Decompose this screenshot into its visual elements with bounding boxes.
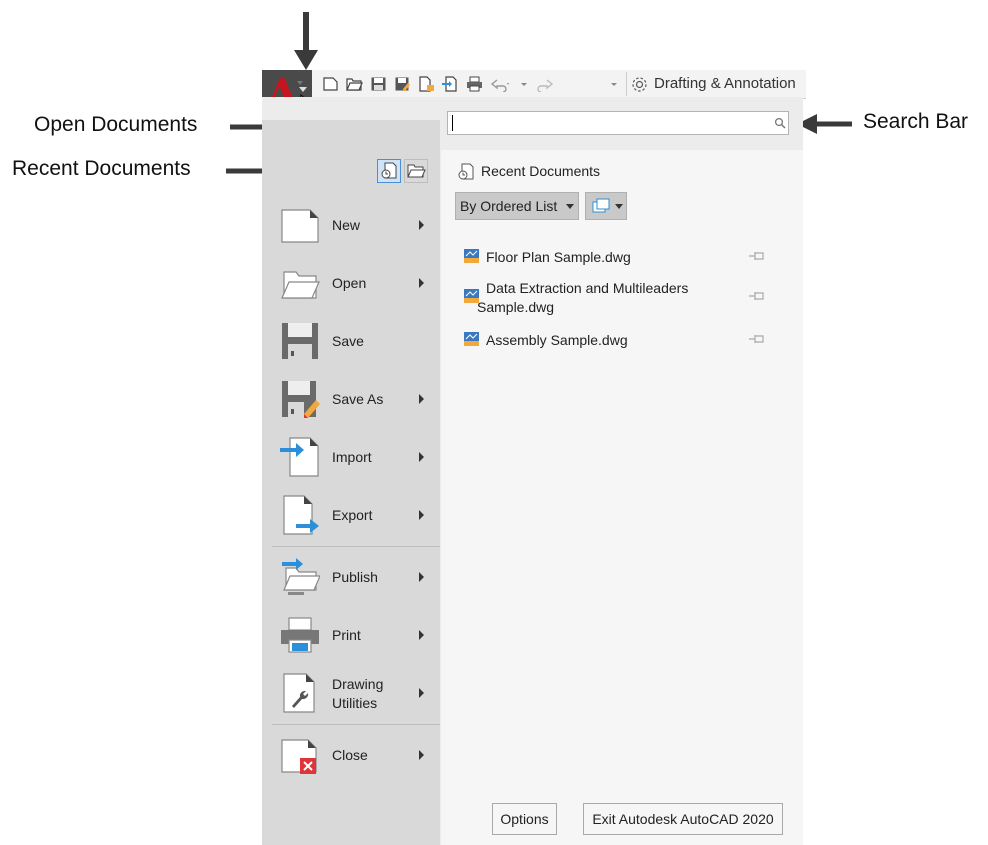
- dwg-file-icon: [464, 332, 479, 346]
- pin-icon[interactable]: [747, 290, 767, 302]
- document-name-continued: Sample.dwg: [477, 299, 555, 315]
- order-by-label: By Ordered List: [460, 198, 558, 214]
- search-input[interactable]: [447, 111, 789, 135]
- chevron-right-icon: [419, 688, 424, 698]
- recent-documents-icon: [458, 163, 474, 180]
- open-folder-icon[interactable]: [346, 76, 363, 92]
- new-icon[interactable]: [322, 76, 339, 92]
- chevron-down-icon: [566, 204, 574, 209]
- recent-document-item[interactable]: Data Extraction and Multileaders Sample.…: [463, 278, 783, 320]
- workspace-switcher[interactable]: Drafting & Annotation: [626, 72, 796, 96]
- recent-document-item[interactable]: Assembly Sample.dwg: [463, 329, 783, 351]
- menu-label-save-as: Save As: [332, 391, 384, 407]
- callout-recent-documents: Recent Documents: [12, 157, 191, 180]
- chevron-right-icon: [419, 394, 424, 404]
- save-as-icon: [282, 381, 320, 418]
- undo-icon[interactable]: [490, 76, 512, 92]
- menu-divider: [272, 724, 440, 725]
- undo-dropdown-icon[interactable]: [520, 76, 528, 92]
- menu-item-open[interactable]: Open: [272, 258, 437, 308]
- wrench-document-icon: [283, 673, 315, 713]
- chevron-right-icon: [419, 572, 424, 582]
- menu-label-drawing: Drawing: [332, 676, 384, 692]
- publish-icon: [282, 558, 320, 595]
- callout-open-documents: Open Documents: [34, 113, 198, 136]
- menu-item-export[interactable]: Export: [272, 490, 437, 540]
- menu-label-new: New: [332, 217, 361, 233]
- document-name: Floor Plan Sample.dwg: [486, 249, 631, 265]
- menu-item-save-as[interactable]: Save As: [272, 374, 437, 424]
- recent-document-item[interactable]: Floor Plan Sample.dwg: [463, 246, 783, 268]
- menu-item-drawing-utilities[interactable]: Drawing Utilities: [272, 668, 437, 718]
- save-icon[interactable]: [370, 76, 387, 92]
- redo-icon[interactable]: [532, 76, 554, 92]
- exit-autocad-button[interactable]: Exit Autodesk AutoCAD 2020: [583, 803, 783, 835]
- new-document-icon: [281, 209, 319, 243]
- text-cursor: [452, 115, 453, 131]
- dwg-file-icon: [464, 249, 479, 263]
- icons-view-icon: [592, 198, 610, 213]
- import-icon[interactable]: [442, 76, 459, 92]
- menu-label-export: Export: [332, 507, 373, 523]
- menu-label-close: Close: [332, 747, 368, 763]
- menu-item-publish[interactable]: Publish: [272, 552, 437, 602]
- chevron-right-icon: [419, 510, 424, 520]
- chevron-right-icon: [419, 452, 424, 462]
- options-button[interactable]: Options: [492, 803, 557, 835]
- order-by-dropdown[interactable]: By Ordered List: [455, 192, 579, 220]
- recent-documents-icon: [381, 162, 397, 179]
- qat-dropdown-arrow: [297, 81, 303, 85]
- open-from-web-icon[interactable]: [418, 76, 435, 92]
- menu-label-print: Print: [332, 627, 361, 643]
- menu-item-import[interactable]: Import: [272, 432, 437, 482]
- import-icon: [280, 437, 319, 477]
- pin-icon[interactable]: [747, 250, 767, 262]
- export-icon: [283, 495, 319, 535]
- menu-label-open: Open: [332, 275, 367, 291]
- open-documents-icon: [407, 164, 426, 178]
- close-document-icon: [281, 739, 317, 774]
- menu-label-utilities: Utilities: [332, 695, 378, 711]
- recent-documents-button[interactable]: [377, 159, 401, 183]
- printer-icon: [281, 617, 319, 653]
- chevron-right-icon: [419, 750, 424, 760]
- menu-item-new[interactable]: New: [272, 200, 437, 250]
- open-folder-icon: [281, 271, 320, 299]
- menu-item-save[interactable]: Save: [272, 316, 437, 366]
- document-name: Assembly Sample.dwg: [486, 332, 628, 348]
- menu-label-import: Import: [332, 449, 372, 465]
- document-name: Data Extraction and Multileaders: [486, 280, 689, 296]
- open-documents-button[interactable]: [404, 159, 428, 183]
- save-as-icon[interactable]: [394, 76, 411, 92]
- workspace-label: Drafting & Annotation: [654, 75, 796, 92]
- chevron-down-icon: [615, 204, 623, 209]
- display-options-dropdown[interactable]: [585, 192, 627, 220]
- menu-label-save: Save: [332, 333, 364, 349]
- recent-documents-title: Recent Documents: [481, 163, 601, 179]
- menu-item-close[interactable]: Close: [272, 730, 437, 780]
- gear-icon: [632, 77, 647, 92]
- menu-label-publish: Publish: [332, 569, 378, 585]
- chevron-right-icon: [419, 278, 424, 288]
- chevron-right-icon: [419, 220, 424, 230]
- callout-search-bar: Search Bar: [863, 110, 969, 133]
- chevron-right-icon: [419, 630, 424, 640]
- menu-divider: [272, 546, 440, 547]
- print-icon[interactable]: [466, 76, 483, 92]
- pin-icon[interactable]: [747, 333, 767, 345]
- redo-dropdown-icon[interactable]: [610, 76, 618, 92]
- menu-item-print[interactable]: Print: [272, 610, 437, 660]
- save-floppy-icon: [282, 323, 318, 359]
- search-icon[interactable]: [774, 117, 786, 129]
